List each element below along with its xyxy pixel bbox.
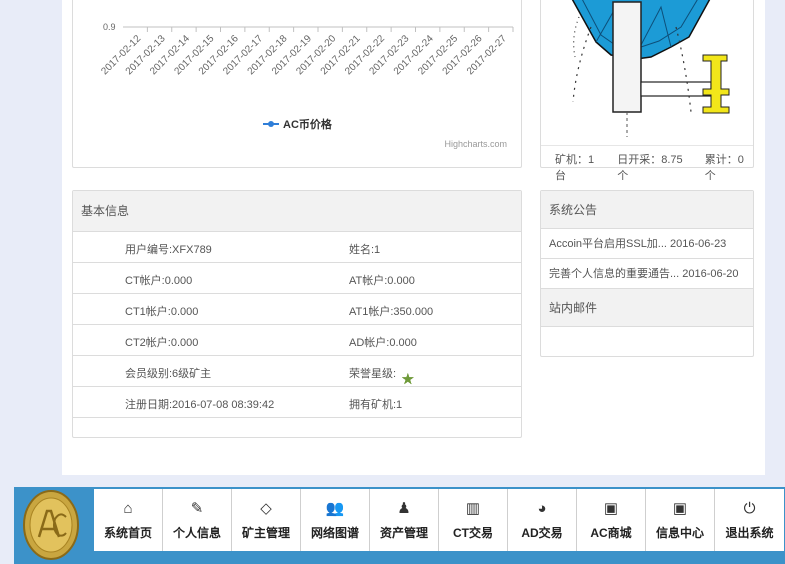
nav-item-9[interactable]: ⏻ 退出系统 — [715, 489, 784, 551]
page-margin — [0, 0, 14, 485]
bar-chart-icon: ▥ — [465, 500, 481, 517]
info-row: 用户编号:XFX789 姓名:1 — [73, 232, 521, 263]
info-row: 注册日期:2016-07-08 08:39:42 拥有矿机:1 — [73, 387, 521, 418]
nav-label: AC商城 — [590, 526, 632, 540]
honor-rating: 荣誉星级: ★ ★ ★ ★ ★ — [349, 365, 415, 387]
user-id: 用户编号:XFX789 — [125, 244, 212, 256]
user-name: 姓名:1 — [349, 244, 381, 256]
total-output: 累计：0个 — [704, 154, 744, 182]
nav-label: CT交易 — [453, 526, 493, 540]
mining-machine-illustration — [571, 0, 730, 137]
machine-count: 矿机：1台 — [555, 154, 595, 182]
ct-account: CT帐户:0.000 — [125, 275, 193, 287]
nav-item-5[interactable]: ▥ CT交易 — [439, 489, 508, 551]
nav-item-0[interactable]: ⌂ 系统首页 — [94, 489, 163, 551]
nav-label: 矿主管理 — [241, 526, 290, 540]
star-icon: ★ — [401, 371, 415, 388]
notice-title: 系统公告 — [541, 191, 753, 229]
nav-item-6[interactable]: ◕ AD交易 — [508, 489, 577, 551]
mining-machine-panel: 矿机：1台 日开采：8.75个 累计：0个 — [540, 0, 754, 182]
nav-label: 系统首页 — [103, 526, 152, 540]
notice-item-profile[interactable]: 完善个人信息的重要通告... 2016-06-20 — [541, 259, 753, 289]
edit-icon: ✎ — [190, 500, 204, 517]
users-icon: 👥 — [325, 500, 345, 517]
calendar-icon: ▣ — [672, 500, 688, 517]
power-icon: ⏻ — [743, 500, 756, 517]
daily-output: 日开采：8.75个 — [617, 154, 683, 182]
at1-account: AT1帐户:350.000 — [349, 306, 434, 318]
ct2-account: CT2帐户:0.000 — [125, 337, 199, 349]
calendar-icon: ▣ — [603, 500, 619, 517]
nav-label: 资产管理 — [379, 526, 428, 540]
nav-label: 个人信息 — [172, 526, 221, 540]
basic-info-title: 基本信息 — [73, 191, 521, 232]
basic-info-panel: 基本信息 用户编号:XFX789 姓名:1 CT帐户:0.000 AT帐户:0.… — [72, 190, 522, 438]
notice-panel: 系统公告 Accoin平台启用SSL加... 2016-06-23 完善个人信息… — [540, 190, 754, 357]
chart-credits-link[interactable]: Highcharts.com — [444, 139, 507, 149]
ct1-account: CT1帐户:0.000 — [125, 306, 199, 318]
info-row: CT帐户:0.000 AT帐户:0.000 — [73, 263, 521, 294]
user-icon: ♟ — [397, 500, 411, 517]
price-chart-panel: 0.9 2017-02-12 2017-02-13 2017-02-14 2017-02… — [72, 0, 522, 168]
machine-owned: 拥有矿机:1 — [349, 399, 403, 411]
member-level: 会员级别:6级矿主 — [125, 368, 212, 380]
internal-mail-title: 站内邮件 — [541, 289, 753, 327]
nav-item-4[interactable]: ♟ 资产管理 — [370, 489, 439, 551]
info-row: 会员级别:6级矿主 荣誉星级: ★ ★ ★ ★ ★ — [73, 356, 521, 387]
coin-logo[interactable] — [22, 489, 80, 561]
main-nav: ⌂ 系统首页 ✎ 个人信息 ◇ 矿主管理 👥 网络图谱 ♟ 资产管理 ▥ CT交易 ◕ AD交易 ▣ AC商城… — [94, 489, 784, 551]
dashboard-icon: ◕ — [537, 500, 547, 517]
nav-label: 退出系统 — [725, 526, 774, 540]
diamond-icon: ◇ — [260, 500, 272, 517]
nav-item-1[interactable]: ✎ 个人信息 — [163, 489, 232, 551]
notice-item-ssl[interactable]: Accoin平台启用SSL加... 2016-06-23 — [541, 229, 753, 259]
home-icon: ⌂ — [123, 500, 133, 517]
bottom-nav-bar: ⌂ 系统首页 ✎ 个人信息 ◇ 矿主管理 👥 网络图谱 ♟ 资产管理 ▥ CT交易 ◕ AD交易 ▣ AC商城… — [14, 487, 785, 564]
info-row: CT1帐户:0.000 AT1帐户:350.000 — [73, 294, 521, 325]
nav-item-8[interactable]: ▣ 信息中心 — [646, 489, 715, 551]
nav-label: AD交易 — [521, 526, 563, 540]
honor-rating-label: 荣誉星级: — [349, 368, 397, 380]
info-row: CT2帐户:0.000 AD帐户:0.000 — [73, 325, 521, 356]
legend-series-marker — [268, 121, 274, 127]
y-tick-label: 0.9 — [103, 22, 116, 32]
nav-item-7[interactable]: ▣ AC商城 — [577, 489, 646, 551]
legend-series-label: AC币价格 — [283, 117, 333, 131]
crusher-graphic — [571, 0, 730, 137]
nav-label: 网络图谱 — [310, 526, 359, 540]
machine-stats: 矿机：1台 日开采：8.75个 累计：0个 — [541, 145, 753, 182]
ad-account: AD帐户:0.000 — [349, 337, 417, 349]
nav-item-2[interactable]: ◇ 矿主管理 — [232, 489, 301, 551]
nav-item-3[interactable]: 👥 网络图谱 — [301, 489, 370, 551]
at-account: AT帐户:0.000 — [349, 275, 415, 287]
register-date: 注册日期:2016-07-08 08:39:42 — [125, 399, 275, 411]
nav-label: 信息中心 — [655, 526, 704, 540]
